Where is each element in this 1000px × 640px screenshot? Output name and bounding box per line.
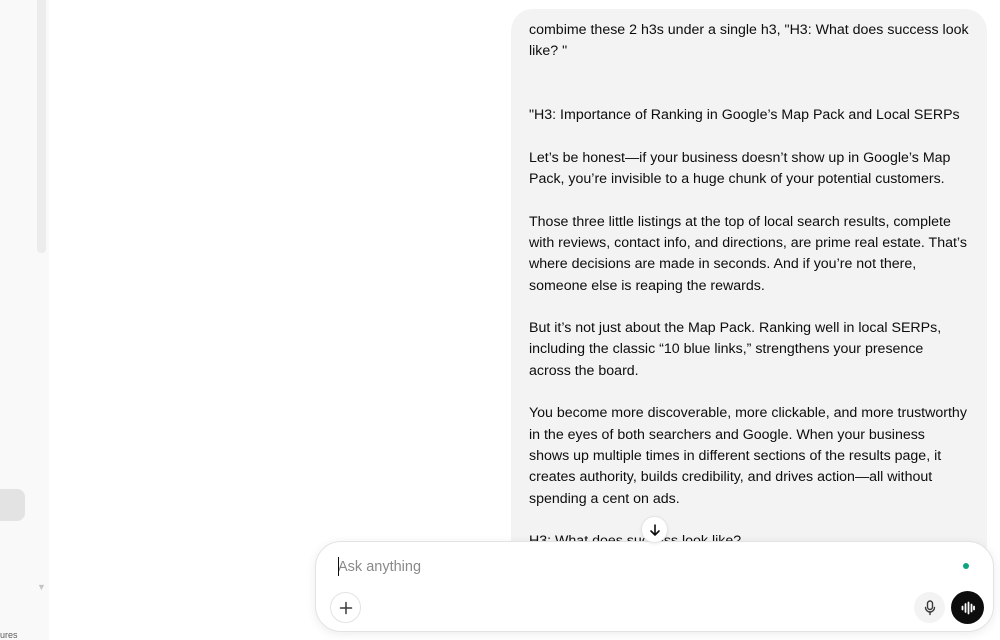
sidebar: ▼ ures [0,0,49,640]
message-paragraph: "H3: Importance of Ranking in Google’s M… [529,107,960,124]
composer [315,541,994,632]
message-paragraph: Let’s be honest—if your business doesn’t… [529,149,951,188]
user-message-bubble: combime these 2 h3s under a single h3, "… [511,9,987,569]
chat-window: ▼ ures combime these 2 h3s under a singl… [0,0,1000,640]
sidebar-scroll-down-icon[interactable]: ▼ [37,582,46,592]
message-paragraph: Those three little listings at the top o… [529,213,967,294]
prompt-input[interactable] [338,556,938,578]
voice-mode-button[interactable] [951,591,984,624]
status-dot [963,563,969,569]
microphone-icon [924,599,935,615]
add-attachment-button[interactable] [330,592,361,623]
arrow-down-icon [649,523,660,536]
text-caret [338,557,339,576]
voice-waveform-icon [961,601,975,614]
message-paragraph: But it’s not just about the Map Pack. Ra… [529,320,942,379]
scroll-to-bottom-button[interactable] [641,516,668,543]
message-paragraph: combime these 2 h3s under a single h3, "… [529,22,969,60]
plus-icon [339,601,352,614]
dictate-button[interactable] [914,592,945,623]
sidebar-selected-item[interactable] [0,489,25,521]
sidebar-scrollbar[interactable] [37,0,46,253]
sidebar-clipped-label: ures [0,630,18,640]
message-paragraph: You become more discoverable, more click… [529,405,967,507]
